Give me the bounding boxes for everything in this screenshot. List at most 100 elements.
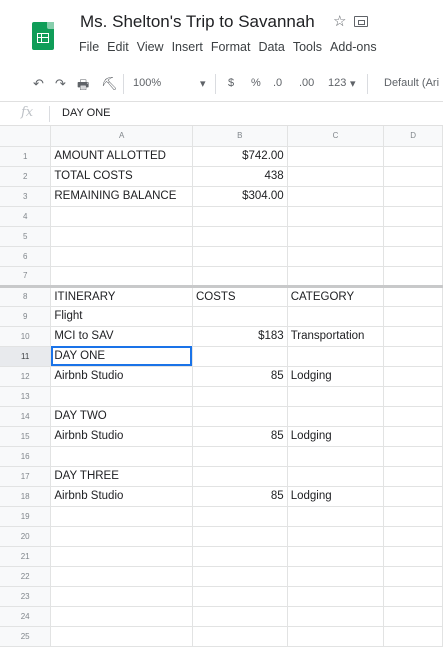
cell-a[interactable]: Airbnb Studio	[50, 426, 193, 447]
row-header[interactable]: 25	[0, 626, 52, 647]
cell-b[interactable]	[192, 226, 288, 247]
cell-b[interactable]: 85	[192, 366, 288, 387]
percent-format-button[interactable]: %	[251, 77, 261, 89]
menu-view[interactable]: View	[137, 40, 164, 54]
cell-b[interactable]	[192, 566, 288, 587]
cell-d[interactable]	[383, 186, 443, 207]
row-header[interactable]: 11	[0, 346, 52, 367]
row-header[interactable]: 18	[0, 486, 52, 507]
star-icon[interactable]: ☆	[333, 12, 346, 30]
cell-b[interactable]	[192, 306, 288, 327]
cell-c[interactable]	[287, 546, 385, 567]
cell-a[interactable]: Airbnb Studio	[50, 366, 193, 387]
select-all-corner[interactable]	[0, 126, 52, 147]
cell-a[interactable]: DAY TWO	[50, 406, 193, 427]
row-header[interactable]: 4	[0, 206, 52, 227]
cell-c[interactable]	[287, 466, 385, 487]
menu-format[interactable]: Format	[211, 40, 251, 54]
cell-c[interactable]: Transportation	[287, 326, 385, 347]
cell-a[interactable]	[50, 206, 193, 227]
row-header[interactable]: 17	[0, 466, 52, 487]
cell-a[interactable]	[50, 446, 193, 467]
cell-a[interactable]: DAY ONE	[50, 346, 193, 367]
row-header[interactable]: 1	[0, 146, 52, 167]
cell-b[interactable]: $742.00	[192, 146, 288, 167]
more-formats-button[interactable]: 123	[328, 77, 346, 89]
cell-c[interactable]	[287, 206, 385, 227]
cell-d[interactable]	[383, 506, 443, 527]
column-header-b[interactable]: B	[192, 126, 288, 147]
cell-d[interactable]	[383, 326, 443, 347]
cell-b[interactable]	[192, 446, 288, 467]
cell-a[interactable]	[50, 586, 193, 607]
cell-a[interactable]	[50, 606, 193, 627]
cell-c[interactable]	[287, 626, 385, 647]
cell-c[interactable]	[287, 406, 385, 427]
row-header[interactable]: 14	[0, 406, 52, 427]
cell-a[interactable]: TOTAL COSTS	[50, 166, 193, 187]
cell-a[interactable]: Airbnb Studio	[50, 486, 193, 507]
cell-a[interactable]	[50, 566, 193, 587]
cell-a[interactable]	[50, 546, 193, 567]
cell-b[interactable]: 438	[192, 166, 288, 187]
cell-c[interactable]	[287, 146, 385, 167]
cell-d[interactable]	[383, 426, 443, 447]
cell-b[interactable]	[192, 506, 288, 527]
zoom-select[interactable]: 100%	[133, 77, 161, 89]
cell-d[interactable]	[383, 206, 443, 227]
cell-b[interactable]	[192, 586, 288, 607]
row-header[interactable]: 10	[0, 326, 52, 347]
decrease-decimal-button[interactable]: .0	[273, 77, 282, 89]
cell-c[interactable]	[287, 526, 385, 547]
cell-b[interactable]	[192, 606, 288, 627]
cell-c[interactable]	[287, 606, 385, 627]
cell-a[interactable]	[50, 386, 193, 407]
menu-file[interactable]: File	[79, 40, 99, 54]
cell-c[interactable]	[287, 166, 385, 187]
menu-tools[interactable]: Tools	[293, 40, 322, 54]
formula-input[interactable]: DAY ONE	[62, 107, 111, 119]
menu-edit[interactable]: Edit	[107, 40, 129, 54]
row-header[interactable]: 15	[0, 426, 52, 447]
cell-b[interactable]: $183	[192, 326, 288, 347]
cell-c[interactable]	[287, 566, 385, 587]
increase-decimal-button[interactable]: .00	[299, 77, 314, 89]
row-header[interactable]: 16	[0, 446, 52, 467]
cell-d[interactable]	[383, 246, 443, 267]
cell-d[interactable]	[383, 146, 443, 167]
cell-d[interactable]	[383, 226, 443, 247]
cell-b[interactable]: $304.00	[192, 186, 288, 207]
cell-b[interactable]	[192, 386, 288, 407]
cell-c[interactable]	[287, 346, 385, 367]
column-header-d[interactable]: D	[383, 126, 443, 147]
cell-d[interactable]	[383, 406, 443, 427]
cell-c[interactable]	[287, 266, 385, 288]
row-header[interactable]: 13	[0, 386, 52, 407]
cell-b[interactable]	[192, 526, 288, 547]
currency-format-button[interactable]: $	[228, 77, 234, 89]
cell-c[interactable]	[287, 386, 385, 407]
cell-a[interactable]	[50, 266, 193, 288]
cell-d[interactable]	[383, 626, 443, 647]
cell-c[interactable]: Lodging	[287, 366, 385, 387]
cell-c[interactable]	[287, 226, 385, 247]
cell-c[interactable]	[287, 506, 385, 527]
document-title[interactable]: Ms. Shelton's Trip to Savannah	[80, 12, 315, 32]
cell-b[interactable]: 85	[192, 486, 288, 507]
row-header[interactable]: 21	[0, 546, 52, 567]
cell-b[interactable]: 85	[192, 426, 288, 447]
cell-d[interactable]	[383, 366, 443, 387]
cell-b[interactable]: COSTS	[192, 286, 288, 307]
cell-d[interactable]	[383, 386, 443, 407]
cell-c[interactable]	[287, 306, 385, 327]
row-header[interactable]: 23	[0, 586, 52, 607]
cell-d[interactable]	[383, 586, 443, 607]
font-family-select[interactable]: Default (Ari	[384, 77, 439, 89]
cell-b[interactable]	[192, 406, 288, 427]
row-header[interactable]: 24	[0, 606, 52, 627]
row-header[interactable]: 3	[0, 186, 52, 207]
cell-d[interactable]	[383, 486, 443, 507]
column-header-c[interactable]: C	[287, 126, 385, 147]
cell-a[interactable]: REMAINING BALANCE	[50, 186, 193, 207]
cell-d[interactable]	[383, 346, 443, 367]
